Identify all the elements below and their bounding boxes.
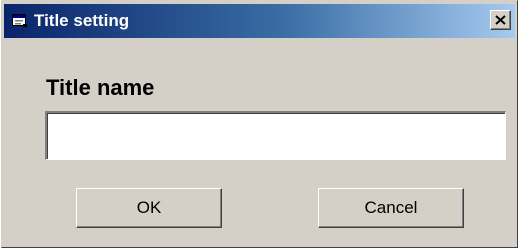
title-bar[interactable]: Title setting xyxy=(4,4,515,38)
dialog-title: Title setting xyxy=(34,11,130,30)
close-button[interactable] xyxy=(490,10,511,30)
title-name-label: Title name xyxy=(46,75,155,100)
cancel-button[interactable]: Cancel xyxy=(318,188,464,228)
title-name-input[interactable] xyxy=(45,111,506,160)
title-setting-dialog: Title setting Title name OK Cancel xyxy=(1,0,518,248)
close-x-icon xyxy=(495,15,506,25)
ok-button[interactable]: OK xyxy=(76,188,222,228)
window-app-icon xyxy=(12,14,28,28)
